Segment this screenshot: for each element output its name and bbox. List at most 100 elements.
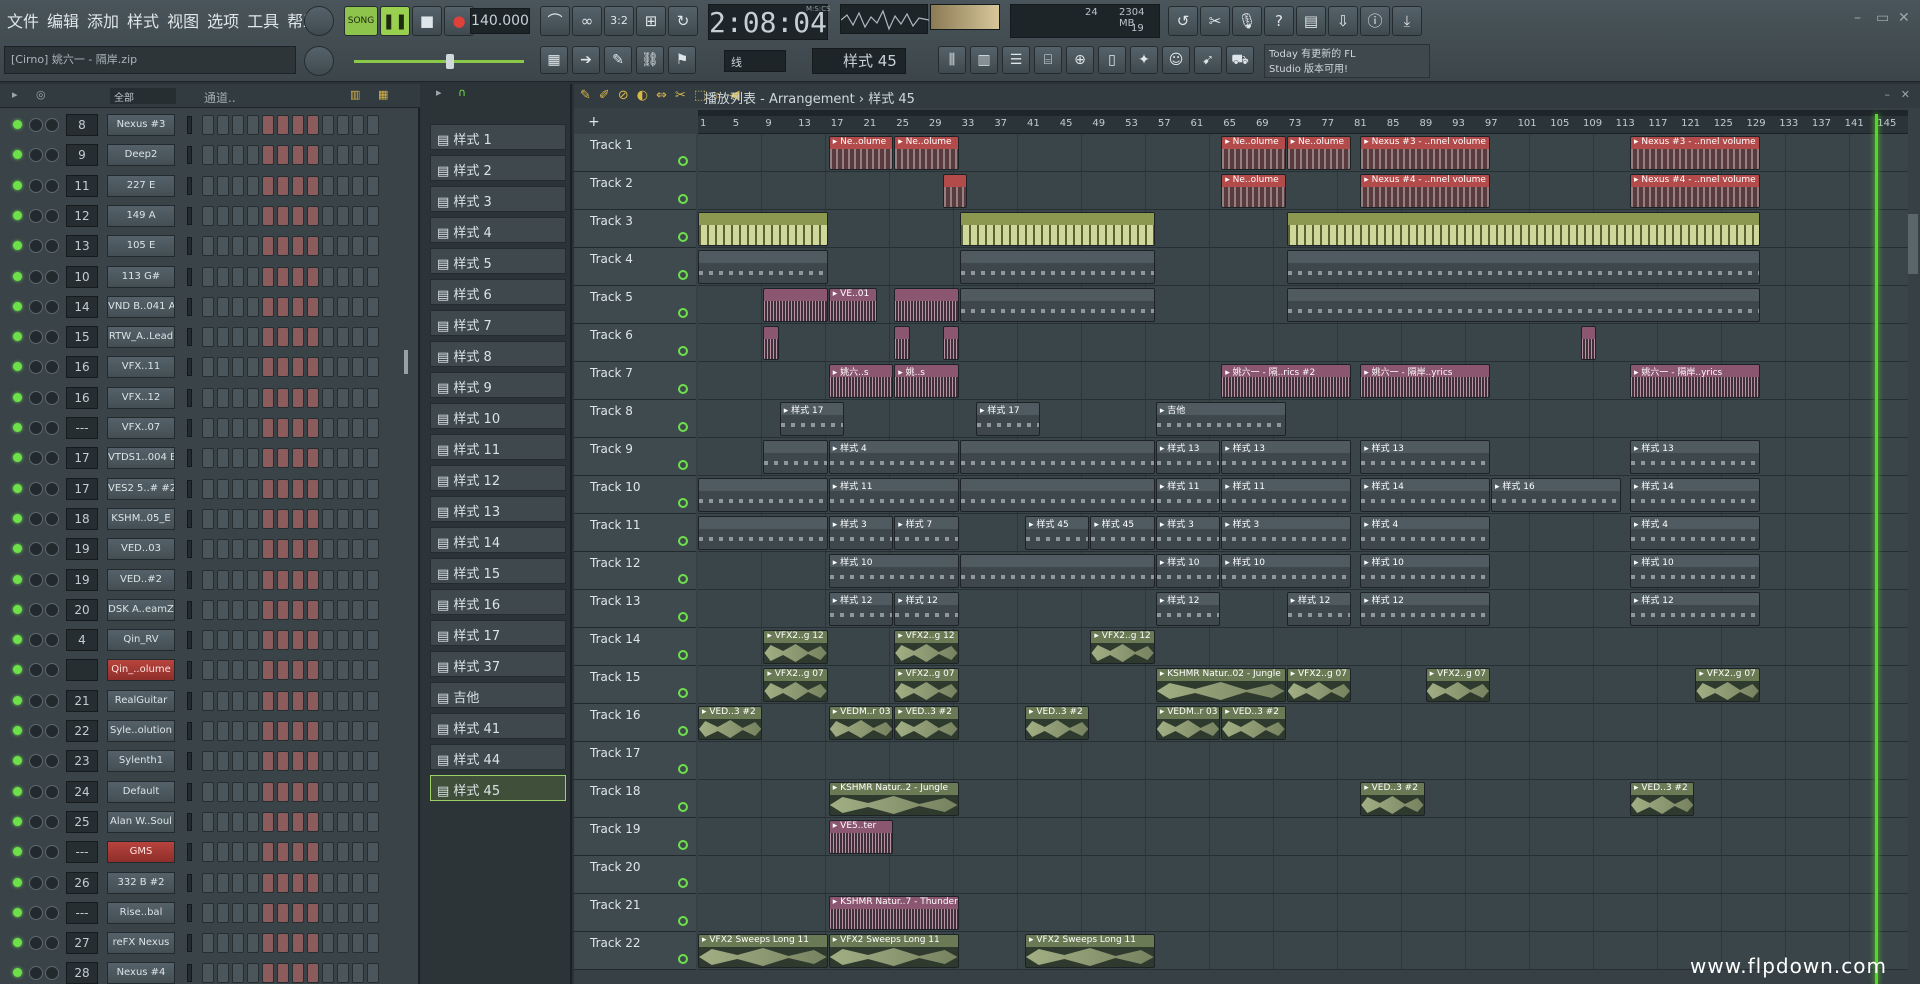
playlist-clip[interactable]	[943, 326, 959, 360]
step-button[interactable]	[352, 266, 364, 287]
step-edit-icon[interactable]: ⊞	[636, 6, 666, 36]
playlist-clip[interactable]	[763, 326, 779, 360]
step-button[interactable]	[352, 236, 364, 257]
person-icon[interactable]: ☺	[1162, 46, 1190, 74]
channel-pan-knob[interactable]	[29, 421, 43, 435]
channel-volume-knob[interactable]	[45, 421, 59, 435]
channel-name-button[interactable]: DSK A..eamZ	[107, 598, 175, 621]
playlist-clip[interactable]: ▸ Ne..olume	[1221, 136, 1286, 170]
step-button[interactable]	[307, 296, 319, 317]
step-button[interactable]	[232, 569, 244, 590]
step-button[interactable]	[292, 933, 304, 954]
step-button[interactable]	[322, 872, 334, 893]
step-button[interactable]	[262, 933, 274, 954]
link-icon[interactable]: ⛓	[636, 46, 664, 74]
channel-led-icon[interactable]	[13, 968, 22, 978]
step-button[interactable]	[232, 599, 244, 620]
channel-name-button[interactable]: VND B..041 A	[107, 295, 175, 318]
rack-scrollbar[interactable]	[404, 350, 408, 374]
channel-volume-knob[interactable]	[45, 724, 59, 738]
channel-mixer-number[interactable]: 28	[66, 962, 98, 984]
channel-mixer-number[interactable]: 11	[66, 174, 98, 197]
channel-led-icon[interactable]	[13, 362, 22, 372]
channel-led-icon[interactable]	[13, 423, 22, 432]
step-button[interactable]	[352, 963, 364, 984]
channel-select-indicator[interactable]	[187, 297, 192, 316]
step-button[interactable]	[292, 175, 304, 196]
track-lane[interactable]	[698, 324, 1908, 362]
playlist-clip[interactable]	[959, 478, 1155, 512]
channel-mixer-number[interactable]: 20	[66, 598, 98, 621]
step-button[interactable]	[322, 508, 334, 529]
step-button[interactable]	[232, 963, 244, 984]
step-button[interactable]	[292, 963, 304, 984]
step-button[interactable]	[217, 357, 229, 378]
step-button[interactable]	[337, 205, 349, 226]
channel-row[interactable]: 10 113 G#	[0, 264, 420, 290]
channel-name-button[interactable]: Nexus #3	[107, 114, 175, 136]
playlist-clip[interactable]: ▸ 样式 12	[1286, 592, 1352, 626]
step-button[interactable]	[337, 357, 349, 378]
step-button[interactable]	[202, 508, 214, 529]
step-button[interactable]	[292, 842, 304, 863]
channel-name-button[interactable]: VED..03	[107, 538, 175, 561]
step-button[interactable]	[367, 811, 379, 832]
step-button[interactable]	[322, 721, 334, 741]
step-button[interactable]	[217, 327, 229, 348]
channel-volume-knob[interactable]	[45, 330, 59, 345]
step-button[interactable]	[367, 842, 379, 863]
menu-item-6[interactable]: 工具	[244, 6, 282, 34]
channel-pan-knob[interactable]	[29, 754, 43, 769]
step-button[interactable]	[217, 266, 229, 287]
channel-led-icon[interactable]	[13, 271, 22, 281]
delete-tool-icon[interactable]: ⊘	[618, 88, 629, 103]
channel-row[interactable]: --- Rise..bal	[0, 900, 420, 926]
step-button[interactable]	[307, 478, 319, 499]
step-button[interactable]	[232, 327, 244, 348]
playlist-clip[interactable]: ▸ VED..3 #2	[1360, 782, 1425, 816]
step-button[interactable]	[352, 872, 364, 893]
step-button[interactable]	[322, 690, 334, 711]
track-header[interactable]: Track 15	[574, 666, 696, 704]
track-lane[interactable]: ▸ KSHMR Natur..2 - Jungle ▸ VED..3 #2 ▸ VE…	[698, 780, 1908, 818]
slip-tool-icon[interactable]: ⇔	[656, 88, 667, 103]
step-button[interactable]	[337, 236, 349, 257]
channel-mixer-number[interactable]	[66, 659, 98, 682]
track-enable-icon[interactable]	[678, 802, 688, 812]
track-enable-icon[interactable]	[678, 954, 688, 964]
channel-name-button[interactable]: RealGuitar	[107, 689, 175, 712]
channel-row[interactable]: Qin_..olume	[0, 657, 420, 683]
step-button[interactable]	[202, 115, 214, 135]
channel-select-indicator[interactable]	[187, 752, 192, 771]
step-button[interactable]	[352, 660, 364, 681]
playlist-clip[interactable]: ▸ VFX2..g 07	[1425, 668, 1491, 702]
playlist-clip[interactable]: ▸ 样式 14	[1630, 478, 1760, 512]
step-button[interactable]	[292, 660, 304, 681]
step-button[interactable]	[262, 478, 274, 499]
channel-mixer-number[interactable]: 13	[66, 235, 98, 258]
mute-tool-icon[interactable]: ◐	[637, 88, 648, 103]
pattern-item[interactable]: ▤ 样式 4	[430, 217, 566, 243]
step-button[interactable]	[247, 842, 259, 863]
step-button[interactable]	[277, 296, 289, 317]
playlist-clip[interactable]	[1286, 288, 1760, 322]
channel-mixer-number[interactable]: 27	[66, 932, 98, 955]
channel-led-icon[interactable]	[13, 453, 22, 463]
wait-input-icon[interactable]: ∞	[572, 6, 602, 36]
step-button[interactable]	[277, 175, 289, 196]
channel-led-icon[interactable]	[13, 604, 22, 614]
channel-volume-knob[interactable]	[45, 572, 59, 587]
step-button[interactable]	[247, 236, 259, 257]
picker-menu-icon[interactable]: ▸	[436, 86, 442, 99]
channel-mixer-number[interactable]: 4	[66, 629, 98, 652]
rack-options-icon[interactable]: ◎	[36, 88, 46, 101]
step-button[interactable]	[322, 842, 334, 863]
step-button[interactable]	[247, 418, 259, 438]
step-button[interactable]	[322, 933, 334, 954]
channel-group[interactable]: 通道..	[204, 89, 236, 106]
slice-tool-icon[interactable]: ✂	[675, 88, 686, 103]
channel-name-button[interactable]: Deep2	[107, 144, 175, 167]
channel-led-icon[interactable]	[13, 544, 22, 554]
channel-led-icon[interactable]	[13, 877, 22, 887]
playlist-clip[interactable]: ▸ 样式 14	[1360, 478, 1491, 512]
